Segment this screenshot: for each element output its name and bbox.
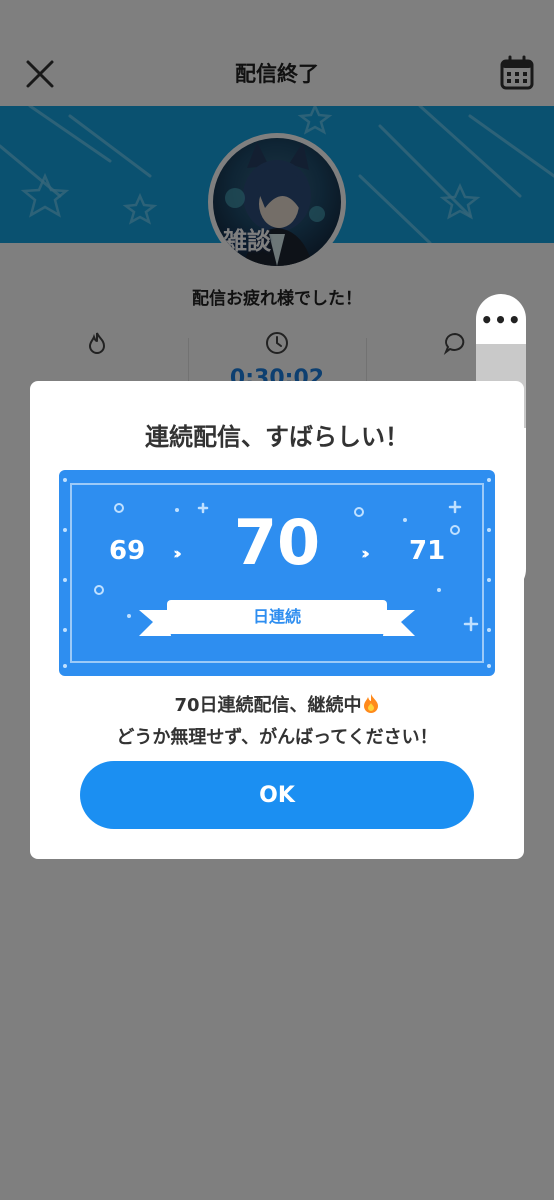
next-day-count: 71 [409,536,446,566]
chevron-double-right-icon: ›› [173,544,182,564]
modal-title: 連続配信、すばらしい！ [145,423,409,451]
chevron-double-right-icon: ›› [361,544,370,564]
streak-card: 69 ›› 70 ›› 71 日連続 [59,470,495,676]
streak-unit-ribbon: 日連続 [167,600,387,634]
more-icon[interactable]: ••• [476,308,526,332]
previous-day-count: 69 [109,536,146,566]
streak-message: 70日連続配信、継続中 [30,691,524,717]
current-streak-count: 70 [233,506,321,579]
encouragement-message: どうか無理せず、がんばってください！ [116,727,438,748]
streak-message-text: 70日連続配信、継続中 [174,695,362,716]
fire-icon [363,694,378,713]
ok-button[interactable]: OK [80,761,474,829]
streak-modal: 連続配信、すばらしい！ 69 ›› 70 ›› 71 日連続 70日連続配信、継… [30,381,524,859]
